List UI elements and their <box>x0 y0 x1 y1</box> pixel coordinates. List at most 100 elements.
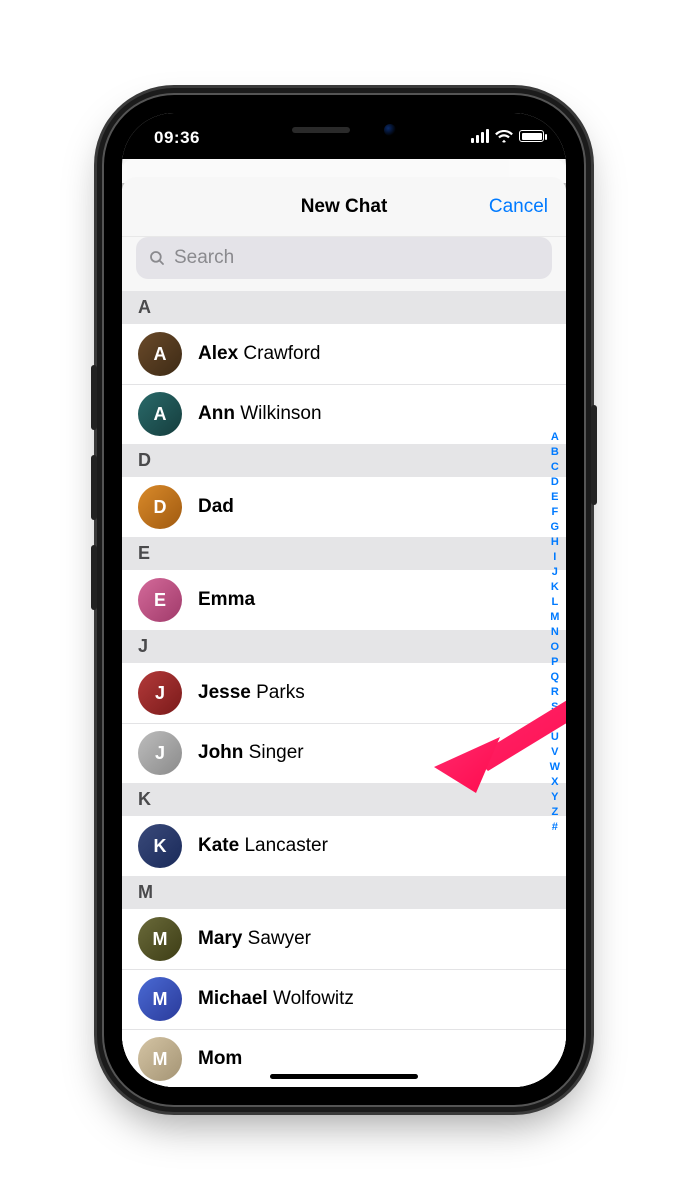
avatar: M <box>138 1037 182 1081</box>
contact-first-name: Ann <box>198 403 235 424</box>
avatar: K <box>138 824 182 868</box>
device-notch <box>234 113 454 147</box>
contact-last-name: Crawford <box>243 343 320 364</box>
index-letter[interactable]: J <box>552 565 558 579</box>
contact-first-name: Kate <box>198 835 239 856</box>
section-header: J <box>122 630 566 663</box>
index-letter[interactable]: U <box>551 730 559 744</box>
contact-last-name: Lancaster <box>244 835 327 856</box>
avatar: J <box>138 671 182 715</box>
index-letter[interactable]: G <box>551 520 560 534</box>
index-letter[interactable]: Q <box>551 670 560 684</box>
index-letter[interactable]: K <box>551 580 559 594</box>
search-input[interactable]: Search <box>136 237 552 279</box>
contact-name: Michael Wolfowitz <box>198 988 354 1010</box>
contact-first-name: Emma <box>198 589 255 610</box>
section-header: A <box>122 291 566 324</box>
section-header: D <box>122 444 566 477</box>
phone-screen: 09:36 New Chat Cancel <box>122 113 566 1087</box>
section-header: M <box>122 876 566 909</box>
index-letter[interactable]: D <box>551 475 559 489</box>
index-letter[interactable]: H <box>551 535 559 549</box>
contact-last-name: Parks <box>256 682 305 703</box>
index-letter[interactable]: S <box>551 700 558 714</box>
contact-name: Mom <box>198 1048 242 1070</box>
index-letter[interactable]: N <box>551 625 559 639</box>
contact-last-name: Wilkinson <box>240 403 321 424</box>
index-letter[interactable]: I <box>553 550 556 564</box>
index-letter[interactable]: V <box>551 745 558 759</box>
wifi-icon <box>495 130 513 143</box>
avatar: J <box>138 731 182 775</box>
speaker-slot <box>292 127 350 133</box>
index-letter[interactable]: Z <box>551 805 558 819</box>
home-indicator <box>270 1074 418 1079</box>
avatar: E <box>138 578 182 622</box>
contact-name: Dad <box>198 496 234 518</box>
contact-row[interactable]: M Mary Sawyer <box>122 909 566 969</box>
index-letter[interactable]: # <box>552 820 558 834</box>
index-letter[interactable]: P <box>551 655 558 669</box>
contact-first-name: Alex <box>198 343 238 364</box>
contact-first-name: Dad <box>198 496 234 517</box>
new-chat-sheet: New Chat Cancel Search AAAlex CrawfordAA… <box>122 177 566 1087</box>
contact-row[interactable]: K Kate Lancaster <box>122 816 566 876</box>
contact-row[interactable]: J John Singer <box>122 723 566 783</box>
index-letter[interactable]: W <box>550 760 560 774</box>
contact-first-name: Mom <box>198 1048 242 1069</box>
avatar: A <box>138 332 182 376</box>
contact-row[interactable]: E Emma <box>122 570 566 630</box>
search-icon <box>148 249 166 267</box>
status-time: 09:36 <box>154 128 200 148</box>
contact-name: Emma <box>198 589 255 611</box>
search-container: Search <box>122 237 566 291</box>
index-letter[interactable]: E <box>551 490 558 504</box>
avatar: M <box>138 977 182 1021</box>
index-letter[interactable]: R <box>551 685 559 699</box>
phone-device-frame: 09:36 New Chat Cancel <box>104 95 584 1105</box>
contact-first-name: Mary <box>198 928 242 949</box>
battery-icon <box>519 130 544 142</box>
section-header: E <box>122 537 566 570</box>
contact-name: John Singer <box>198 742 304 764</box>
contact-name: Mary Sawyer <box>198 928 311 950</box>
alpha-index[interactable]: ABCDEFGHIJKLMNOPQRSTUVWXYZ# <box>550 430 560 834</box>
index-letter[interactable]: X <box>551 775 558 789</box>
contact-row[interactable]: M Michael Wolfowitz <box>122 969 566 1029</box>
contact-row[interactable]: D Dad <box>122 477 566 537</box>
section-header: K <box>122 783 566 816</box>
search-placeholder: Search <box>174 247 234 269</box>
sheet-navbar: New Chat Cancel <box>122 177 566 237</box>
contact-first-name: Jesse <box>198 682 251 703</box>
status-indicators <box>471 129 544 143</box>
index-letter[interactable]: B <box>551 445 559 459</box>
contact-name: Jesse Parks <box>198 682 305 704</box>
contact-last-name: Wolfowitz <box>273 988 354 1009</box>
index-letter[interactable]: A <box>551 430 559 444</box>
contact-row[interactable]: A Alex Crawford <box>122 324 566 384</box>
cellular-signal-icon <box>471 129 489 143</box>
contact-last-name: Sawyer <box>248 928 311 949</box>
contact-first-name: Michael <box>198 988 268 1009</box>
contact-name: Alex Crawford <box>198 343 321 365</box>
index-letter[interactable]: O <box>551 640 560 654</box>
index-letter[interactable]: M <box>550 610 559 624</box>
contact-first-name: John <box>198 742 243 763</box>
contact-last-name: Singer <box>249 742 304 763</box>
contact-row[interactable]: J Jesse Parks <box>122 663 566 723</box>
cancel-button[interactable]: Cancel <box>489 196 548 218</box>
avatar: A <box>138 392 182 436</box>
front-camera <box>384 124 396 136</box>
index-letter[interactable]: F <box>551 505 558 519</box>
index-letter[interactable]: C <box>551 460 559 474</box>
contact-row[interactable]: A Ann Wilkinson <box>122 384 566 444</box>
avatar: M <box>138 917 182 961</box>
index-letter[interactable]: L <box>551 595 558 609</box>
contact-name: Kate Lancaster <box>198 835 328 857</box>
avatar: D <box>138 485 182 529</box>
index-letter[interactable]: Y <box>551 790 558 804</box>
index-letter[interactable]: T <box>551 715 558 729</box>
contact-list[interactable]: AAAlex CrawfordAAnn WilkinsonDDDadEEEmma… <box>122 291 566 1087</box>
contact-name: Ann Wilkinson <box>198 403 322 425</box>
sheet-title: New Chat <box>301 196 388 218</box>
